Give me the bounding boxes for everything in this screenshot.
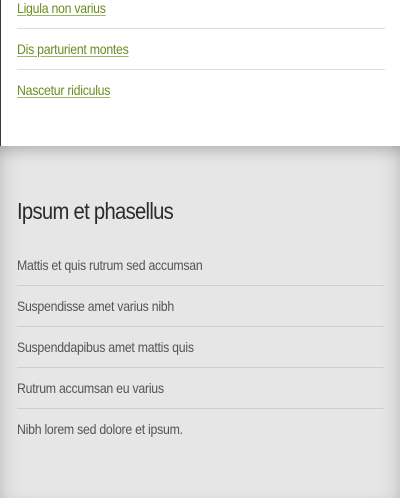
bottom-text-section: Ipsum et phasellus Mattis et quis rutrum… — [0, 146, 400, 498]
list-item: Rutrum accumsan eu varius — [17, 368, 384, 409]
list-item-text: Mattis et quis rutrum sed accumsan — [17, 257, 203, 273]
bottom-text-list: Mattis et quis rutrum sed accumsan Suspe… — [17, 245, 384, 449]
list-item: Nibh lorem sed dolore et ipsum. — [17, 409, 384, 449]
list-item: Suspenddapibus amet mattis quis — [17, 327, 384, 368]
list-item-text: Nibh lorem sed dolore et ipsum. — [17, 421, 183, 437]
list-item-text: Rutrum accumsan eu varius — [17, 380, 164, 396]
link-nascetur-ridiculus[interactable]: Nascetur ridiculus — [17, 82, 110, 98]
section-heading: Ipsum et phasellus — [17, 198, 174, 224]
list-item: Nascetur ridiculus — [17, 70, 385, 110]
top-link-section: Ligula non varius Dis parturient montes … — [0, 0, 400, 146]
list-item: Ligula non varius — [17, 0, 385, 29]
list-item: Suspendisse amet varius nibh — [17, 286, 384, 327]
list-item-text: Suspenddapibus amet mattis quis — [17, 339, 194, 355]
list-item: Dis parturient montes — [17, 29, 385, 70]
link-ligula-non-varius[interactable]: Ligula non varius — [17, 0, 106, 16]
list-item-text: Suspendisse amet varius nibh — [17, 298, 174, 314]
left-border-rule — [0, 0, 1, 146]
link-dis-parturient-montes[interactable]: Dis parturient montes — [17, 41, 129, 57]
top-link-list: Ligula non varius Dis parturient montes … — [17, 0, 385, 110]
list-item: Mattis et quis rutrum sed accumsan — [17, 245, 384, 286]
page: Ligula non varius Dis parturient montes … — [0, 0, 400, 498]
